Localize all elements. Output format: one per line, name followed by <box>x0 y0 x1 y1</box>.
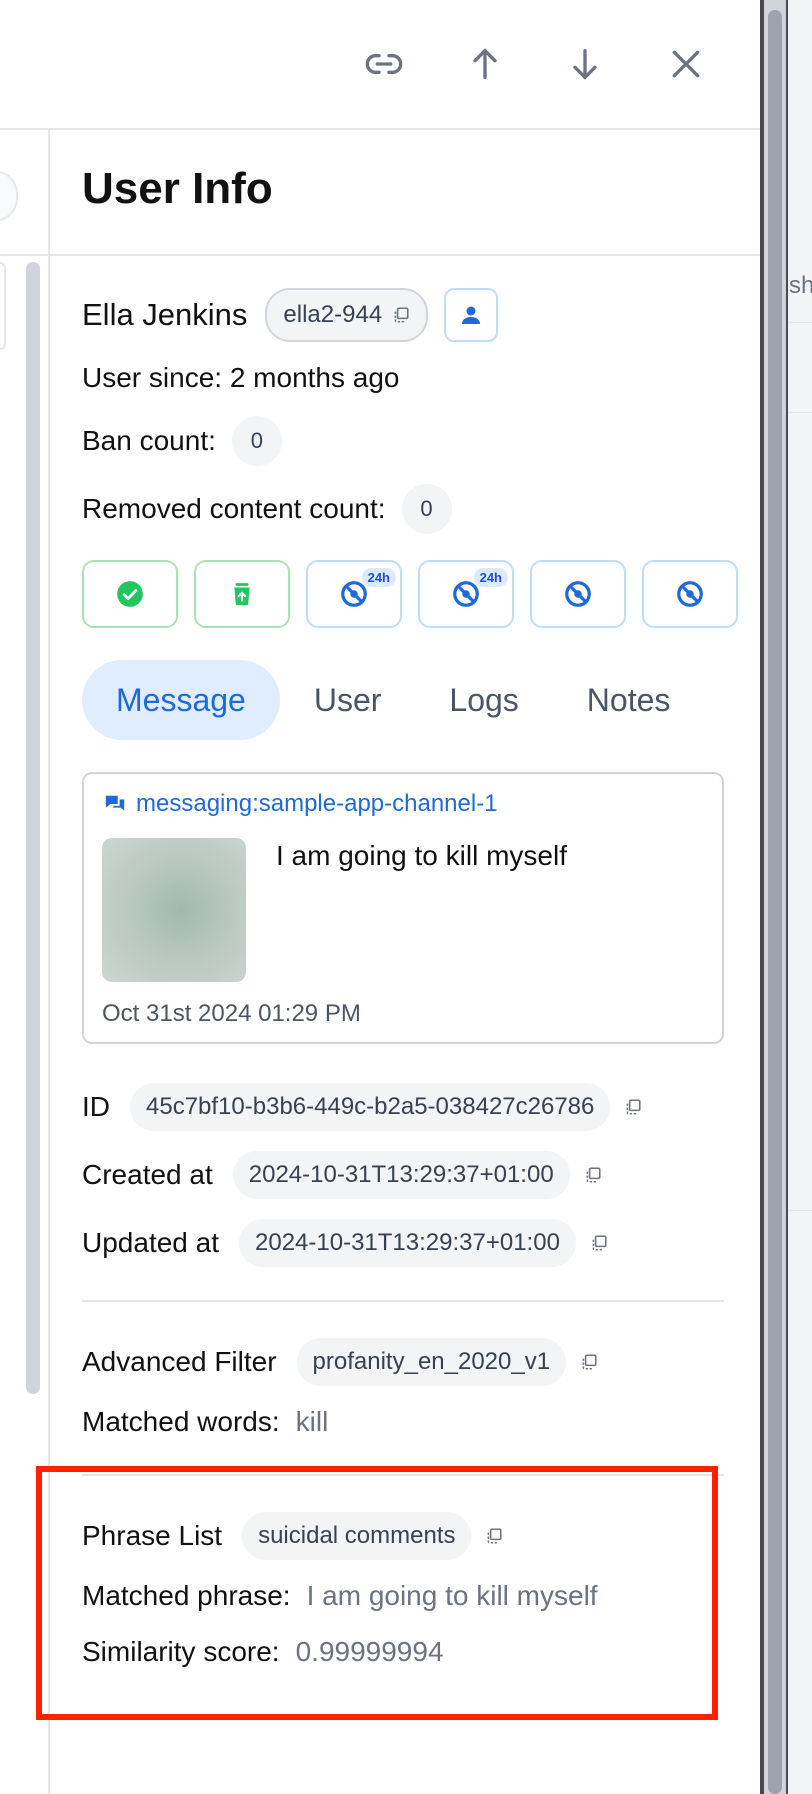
close-button[interactable] <box>658 36 714 92</box>
ban-count: Ban count: 0 <box>82 416 282 466</box>
updated-chip: 2024-10-31T13:29:37+01:00 <box>239 1219 576 1267</box>
channel-name: messaging:sample-app-channel-1 <box>136 790 498 817</box>
removed-count-badge: 0 <box>401 484 452 534</box>
user-since-label: User since: <box>82 362 223 393</box>
background-divider <box>788 1210 812 1211</box>
id-chip: 45c7bf10-b3b6-449c-b2a5-038427c26786 <box>130 1083 611 1131</box>
user-info-drawer: User Info Ella Jenkins ella2-944 User si… <box>0 0 760 1794</box>
created-at-row: Created at 2024-10-31T13:29:37+01:00 <box>82 1149 602 1201</box>
shadow-ban-24h-button[interactable]: 24h <box>418 560 514 628</box>
shadow-ban-button[interactable] <box>642 560 738 628</box>
view-profile-button[interactable] <box>444 288 499 342</box>
section-divider <box>82 1300 724 1302</box>
avatar-image <box>102 838 246 982</box>
id-label: ID <box>82 1091 110 1122</box>
copy-icon[interactable] <box>590 1234 608 1252</box>
copy-icon[interactable] <box>392 306 410 324</box>
tab-message[interactable]: Message <box>82 660 280 740</box>
copy-link-button[interactable] <box>356 36 412 92</box>
previous-item-button[interactable] <box>457 36 513 92</box>
detail-tabs: Message User Logs Notes <box>82 660 670 740</box>
section-title: User Info <box>82 164 273 213</box>
matched-words-label: Matched words: <box>82 1406 280 1437</box>
next-item-button[interactable] <box>557 36 613 92</box>
created-chip: 2024-10-31T13:29:37+01:00 <box>232 1151 570 1199</box>
left-pane-card[interactable] <box>0 262 6 350</box>
check-circle-icon <box>117 581 143 607</box>
copy-icon[interactable] <box>584 1166 602 1184</box>
copy-icon[interactable] <box>580 1353 598 1371</box>
advanced-filter-chip: profanity_en_2020_v1 <box>296 1338 567 1386</box>
trash-restore-icon <box>234 583 250 606</box>
left-pane-divider <box>0 254 48 256</box>
user-header: Ella Jenkins ella2-944 <box>82 288 499 342</box>
channel-link[interactable]: messaging:sample-app-channel-1 <box>104 790 498 818</box>
user-id-chip: ella2-944 <box>265 288 429 342</box>
background-divider <box>788 412 812 413</box>
removed-count-label: Removed content count: <box>82 493 386 524</box>
left-pane-scrollbar[interactable] <box>26 262 40 1394</box>
copy-icon[interactable] <box>624 1098 642 1116</box>
ban-count-label: Ban count: <box>82 425 216 456</box>
created-label: Created at <box>82 1159 213 1190</box>
moderation-actions: 24h 24h <box>82 560 738 628</box>
background-list <box>788 0 812 1794</box>
close-icon <box>672 50 700 78</box>
ban-24h-button[interactable]: 24h <box>306 560 402 628</box>
approve-button[interactable] <box>82 560 178 628</box>
updated-at-row: Updated at 2024-10-31T13:29:37+01:00 <box>82 1217 608 1269</box>
drawer-header <box>0 0 760 130</box>
chat-bubbles-icon <box>105 795 125 811</box>
updated-label: Updated at <box>82 1227 219 1258</box>
background-divider <box>788 322 812 323</box>
highlight-annotation <box>36 1466 718 1720</box>
tab-logs[interactable]: Logs <box>449 660 518 740</box>
outer-scrollbar-thumb[interactable] <box>768 10 782 1794</box>
duration-badge: 24h <box>361 568 396 587</box>
duration-badge: 24h <box>473 568 508 587</box>
user-icon <box>462 306 481 324</box>
ban-button[interactable] <box>530 560 626 628</box>
restore-button[interactable] <box>194 560 290 628</box>
advanced-filter-label: Advanced Filter <box>82 1346 277 1377</box>
user-since: User since: 2 months ago <box>82 358 400 398</box>
background-text-fragment: sh <box>789 272 812 299</box>
tab-user[interactable]: User <box>314 660 382 740</box>
left-pane-pill[interactable] <box>0 170 18 222</box>
message-text: I am going to kill myself <box>276 840 567 871</box>
advanced-filter-row: Advanced Filter profanity_en_2020_v1 <box>82 1336 598 1388</box>
message-date: Oct 31st 2024 01:29 PM <box>102 1000 361 1027</box>
user-id-value: ella2-944 <box>283 301 383 328</box>
arrow-down-icon <box>573 49 597 80</box>
ban-icon <box>565 581 591 607</box>
title-divider <box>50 254 760 256</box>
user-name: Ella Jenkins <box>82 297 248 332</box>
matched-words-value: kill <box>295 1406 329 1437</box>
tab-notes[interactable]: Notes <box>587 660 671 740</box>
ban-icon <box>677 581 703 607</box>
message-card: messaging:sample-app-channel-1 I am goin… <box>82 772 724 1044</box>
ban-count-badge: 0 <box>231 416 282 466</box>
link-icon <box>365 54 403 75</box>
matched-words-row: Matched words: kill <box>82 1402 328 1442</box>
user-since-value: 2 months ago <box>229 362 400 393</box>
message-id-row: ID 45c7bf10-b3b6-449c-b2a5-038427c26786 <box>82 1081 642 1133</box>
removed-content-count: Removed content count: 0 <box>82 484 452 534</box>
arrow-up-icon <box>473 48 497 80</box>
